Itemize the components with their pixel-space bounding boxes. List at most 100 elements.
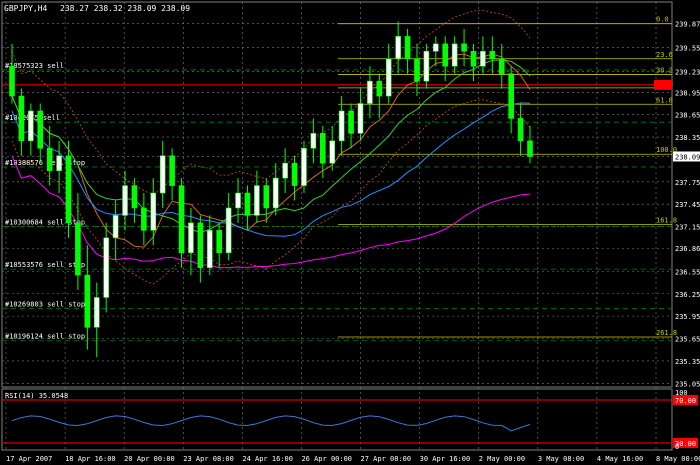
candle-body [376,80,383,97]
candle-body [150,192,157,231]
price-tick-label: 239.87 [675,21,700,29]
rsi-scale-label: 100 [675,389,688,397]
candle-body [9,65,15,97]
order-lines[interactable]: #10575323 sell#1042075 sell#10388576 sel… [2,62,672,342]
candle-body [348,110,354,134]
rsi-panel[interactable]: RSI(14) 35.054870.0030.001000 [2,389,698,451]
rsi-frame [1,388,673,451]
candle-body [244,192,251,216]
price-tick-label: 239.55 [675,45,700,53]
candle-body [272,177,279,209]
fib-label: 0.0 [656,16,669,24]
fib-label: 61.8 [656,96,673,104]
ma-orange-line [11,53,531,248]
price-tick-label: 236.55 [675,268,700,276]
price-tick-label: 235.65 [675,336,700,344]
candle-body [329,140,336,164]
candle-body [442,43,449,67]
candle-body [178,185,185,254]
candle-body [451,43,458,67]
price-tick-label: 238.35 [675,134,700,142]
candle-body [517,118,524,142]
candle-body [65,155,72,224]
candle-body [159,155,166,194]
fib-label: 161.8 [656,216,677,224]
candle-body [225,207,232,254]
time-tick-label: 2 May 00:00 [479,455,525,463]
time-axis[interactable]: 17 Apr 2007 18 Apr 16:00 20 Apr 00:00 23 Ap… [6,455,700,463]
candle-body [282,162,288,179]
price-tick-label: 239.23 [675,68,700,76]
candle-body [310,133,317,149]
price-tick-label: 238.65 [675,112,700,120]
red-level-box [654,79,672,90]
chart-window[interactable]: 0.023.638.250.061.8100.0161.8261.8 #1057… [0,0,700,465]
candle-body [197,222,204,268]
bollinger-lower [11,99,531,285]
candle-body [395,36,401,60]
candle-body [367,80,373,104]
price-tick-label: 236.86 [675,245,700,253]
fib-label: 261.8 [656,329,677,337]
time-tick-label: 4 May 16:00 [597,455,643,463]
symbol-label: GBPJPY,H4 [4,4,48,13]
ma-green-line [11,59,531,234]
time-tick-label: 27 Apr 08:00 [361,455,412,463]
rsi-line [11,415,531,432]
candle-body [28,110,34,142]
fib-label: 23.6 [656,51,673,59]
grid [1,1,673,451]
candle-body [404,36,411,60]
candle-body [216,230,222,254]
candle-body [301,147,307,186]
candle-body [414,58,420,82]
price-tick-label: 237.45 [675,201,700,209]
time-tick-label: 24 Apr 16:00 [242,455,293,463]
price-tick-label: 237.75 [675,179,700,187]
candle-body [188,222,194,254]
time-tick-label: 20 Apr 00:00 [124,455,175,463]
candle-body [46,147,53,171]
time-tick-label: 18 Apr 16:00 [65,455,116,463]
price-tick-label: 236.25 [675,291,700,299]
order-label: #10196124 sell stop [5,333,85,341]
ohlc-readout: 238.27 238.32 238.09 238.09 [60,4,190,13]
candle-body [112,215,119,239]
time-tick-label: 8 May 00:00 [656,455,700,463]
price-tick-label: 235.35 [675,358,700,366]
ma-blue-line [11,102,531,237]
candle-body [470,50,477,67]
order-label: #10300684 sell stop [5,219,85,227]
candle-body [169,155,175,186]
candle-body [357,103,364,134]
order-label: #10553576 sell stop [5,261,85,269]
candle-body [84,274,91,328]
candle-body [527,140,533,157]
candle-body [254,185,260,216]
price-tick-label: 235.05 [675,380,700,388]
time-tick-label: 30 Apr 16:00 [420,455,471,463]
rsi-label: RSI(14) 35.0548 [5,392,68,400]
order-label: #10269803 sell stop [5,301,85,309]
candle-body [206,230,213,268]
candle-body [461,43,467,52]
chart-canvas[interactable]: 0.023.638.250.061.8100.0161.8261.8 #1057… [0,0,700,465]
main-frame [1,1,673,388]
candle-body [508,73,514,119]
candle-body [103,237,109,298]
price-tick-label: 237.15 [675,224,700,232]
ma-magenta-line [11,155,531,269]
time-tick-label: 17 Apr 2007 [6,455,52,463]
candles[interactable] [9,21,533,358]
candle-body [93,297,100,328]
candle-body [56,155,62,171]
price-tick-label: 238.95 [675,89,700,97]
candle-body [319,133,326,164]
candle-body [291,162,298,186]
rsi-level-label: 70.00 [675,397,696,405]
candle-body [480,50,486,67]
candle-body [235,192,241,209]
candle-body [37,110,44,149]
candle-body [131,185,138,209]
price-tick-label: 235.95 [675,313,700,321]
